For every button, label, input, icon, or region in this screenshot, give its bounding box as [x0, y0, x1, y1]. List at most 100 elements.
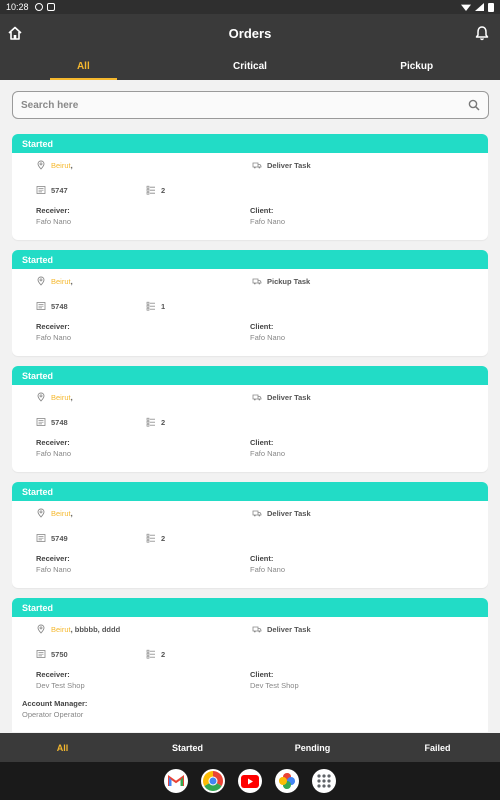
id-card-icon	[36, 650, 46, 658]
account-manager-label: Account Manager:	[22, 699, 88, 708]
client-name: Fafo Nano	[250, 565, 286, 574]
address-city: Beirut	[51, 508, 71, 518]
tab-critical[interactable]: Critical	[167, 52, 334, 80]
location-pin-icon	[37, 160, 45, 170]
status-time: 10:28	[6, 2, 29, 12]
truck-icon	[252, 510, 262, 517]
bell-icon[interactable]	[474, 25, 490, 41]
search-box	[12, 91, 489, 119]
tab-all[interactable]: All	[0, 52, 167, 80]
receiver-label: Receiver:	[36, 322, 70, 331]
bottom-nav: All Started Pending Failed	[0, 733, 500, 762]
receiver-name: Fafo Nano	[36, 333, 72, 342]
receiver-name: Fafo Nano	[36, 565, 72, 574]
app-header: Orders	[0, 14, 500, 52]
location-pin-icon	[37, 624, 45, 634]
address-rest: ,	[70, 392, 73, 402]
receiver-label: Receiver:	[36, 670, 70, 679]
search-icon[interactable]	[468, 99, 480, 111]
bottom-nav-failed[interactable]: Failed	[375, 733, 500, 762]
receiver-label: Receiver:	[36, 206, 70, 215]
list-icon	[146, 533, 155, 543]
item-count: 2	[161, 649, 166, 659]
notification-icon	[34, 3, 43, 11]
order-id: 5747	[51, 185, 68, 195]
home-icon[interactable]	[7, 25, 23, 41]
wifi-icon	[461, 4, 471, 11]
receiver-label: Receiver:	[36, 554, 70, 563]
receiver-name: Fafo Nano	[36, 217, 72, 226]
order-id: 5748	[51, 301, 68, 311]
location-pin-icon	[37, 392, 45, 402]
order-card[interactable]: Started Beirut, Deliver Task 5747 2 Rece…	[12, 134, 488, 240]
location-pin-icon	[37, 276, 45, 286]
address-city: Beirut	[51, 160, 71, 170]
bottom-nav-all[interactable]: All	[0, 733, 125, 762]
id-card-icon	[36, 302, 46, 310]
battery-icon	[488, 2, 494, 12]
id-card-icon	[36, 418, 46, 426]
task-type: Deliver Task	[267, 392, 311, 402]
order-card[interactable]: Started Beirut, Deliver Task 5748 2 Rece…	[12, 366, 488, 472]
youtube-icon[interactable]	[238, 769, 262, 793]
bottom-nav-started[interactable]: Started	[125, 733, 250, 762]
photos-icon[interactable]	[275, 769, 299, 793]
client-label: Client:	[250, 670, 274, 679]
system-dock	[0, 762, 500, 800]
search-input[interactable]	[21, 99, 468, 111]
location-pin-icon	[37, 508, 45, 518]
id-card-icon	[36, 534, 46, 542]
client-label: Client:	[250, 322, 274, 331]
gmail-icon[interactable]	[164, 769, 188, 793]
order-status: Started	[12, 250, 488, 269]
client-label: Client:	[250, 206, 274, 215]
page-title: Orders	[228, 25, 272, 41]
order-card[interactable]: Started Beirut, bbbbb, dddd Deliver Task…	[12, 598, 488, 732]
tab-bar: All Critical Pickup	[0, 52, 500, 80]
task-type: Deliver Task	[267, 160, 311, 170]
receiver-name: Dev Test Shop	[36, 681, 85, 690]
client-label: Client:	[250, 438, 274, 447]
item-count: 2	[161, 185, 166, 195]
receiver-name: Fafo Nano	[36, 449, 72, 458]
item-count: 1	[161, 301, 166, 311]
tab-pickup[interactable]: Pickup	[333, 52, 500, 80]
receiver-label: Receiver:	[36, 438, 70, 447]
order-status: Started	[12, 134, 488, 153]
client-label: Client:	[250, 554, 274, 563]
order-status: Started	[12, 366, 488, 385]
task-type: Pickup Task	[267, 276, 311, 286]
task-type: Deliver Task	[267, 508, 311, 518]
signal-icon	[475, 3, 484, 11]
list-icon	[146, 185, 155, 195]
chrome-icon[interactable]	[201, 769, 225, 793]
account-manager-name: Operator Operator	[22, 710, 84, 719]
address-city: Beirut	[51, 276, 71, 286]
address-city: Beirut	[51, 624, 71, 634]
bottom-nav-pending[interactable]: Pending	[250, 733, 375, 762]
app-drawer-icon[interactable]	[312, 769, 336, 793]
list-icon	[146, 417, 155, 427]
order-id: 5749	[51, 533, 68, 543]
status-bar: 10:28	[0, 0, 500, 14]
order-card[interactable]: Started Beirut, Deliver Task 5749 2 Rece…	[12, 482, 488, 588]
item-count: 2	[161, 533, 166, 543]
order-id: 5750	[51, 649, 68, 659]
truck-icon	[252, 278, 262, 285]
truck-icon	[252, 626, 262, 633]
id-card-icon	[36, 186, 46, 194]
client-name: Fafo Nano	[250, 333, 286, 342]
orders-list: Started Beirut, Deliver Task 5747 2 Rece…	[12, 134, 488, 732]
order-card[interactable]: Started Beirut, Pickup Task 5748 1 Recei…	[12, 250, 488, 356]
task-type: Deliver Task	[267, 624, 311, 634]
truck-icon	[252, 162, 262, 169]
order-status: Started	[12, 598, 488, 617]
address-rest: , bbbbb, dddd	[70, 624, 121, 634]
address-rest: ,	[70, 160, 73, 170]
list-icon	[146, 649, 155, 659]
address-rest: ,	[70, 508, 73, 518]
sd-card-icon	[46, 3, 55, 11]
address-city: Beirut	[51, 392, 71, 402]
truck-icon	[252, 394, 262, 401]
client-name: Dev Test Shop	[250, 681, 299, 690]
